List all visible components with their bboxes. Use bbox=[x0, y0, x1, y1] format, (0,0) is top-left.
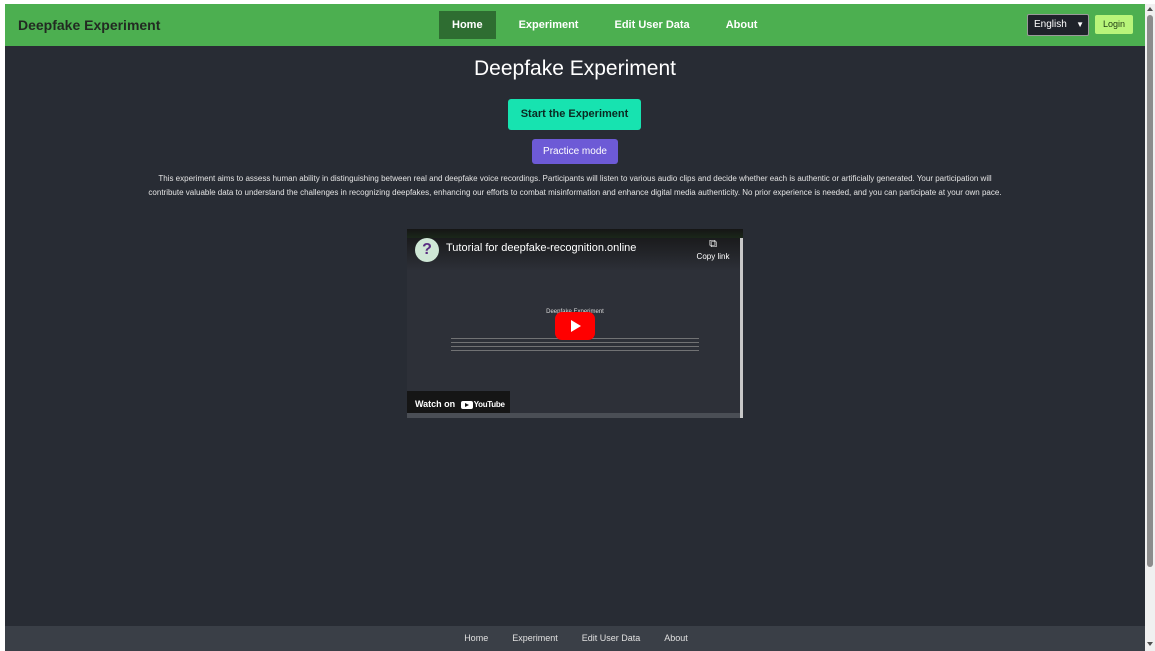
copy-icon: ⧉ bbox=[709, 238, 717, 250]
footer-link-home[interactable]: Home bbox=[464, 626, 488, 651]
nav-links: Home Experiment Edit User Data About bbox=[439, 11, 780, 39]
youtube-video-embed[interactable]: ? Tutorial for deepfake-recognition.onli… bbox=[407, 229, 743, 418]
channel-avatar-icon[interactable]: ? bbox=[415, 238, 439, 262]
scroll-up-arrow-icon[interactable] bbox=[1147, 7, 1153, 11]
video-thumbnail-footer bbox=[407, 413, 743, 418]
footer: Home Experiment Edit User Data About bbox=[5, 626, 1145, 651]
youtube-logo-text: YouTube bbox=[473, 400, 505, 409]
footer-link-about[interactable]: About bbox=[664, 626, 688, 651]
play-icon[interactable] bbox=[555, 312, 595, 340]
nav-link-home[interactable]: Home bbox=[439, 11, 496, 39]
brand-title[interactable]: Deepfake Experiment bbox=[18, 17, 160, 33]
nav-link-about[interactable]: About bbox=[713, 11, 771, 39]
language-select-value: English bbox=[1034, 19, 1067, 30]
nav-link-experiment[interactable]: Experiment bbox=[506, 11, 592, 39]
nav-link-edit-user-data[interactable]: Edit User Data bbox=[601, 11, 702, 39]
practice-mode-button[interactable]: Practice mode bbox=[532, 139, 618, 164]
copy-link-label: Copy link bbox=[696, 252, 730, 261]
watch-on-label: Watch on bbox=[415, 399, 456, 409]
footer-links: Home Experiment Edit User Data About bbox=[452, 626, 700, 651]
start-experiment-button[interactable]: Start the Experiment bbox=[508, 99, 641, 130]
footer-link-experiment[interactable]: Experiment bbox=[512, 626, 558, 651]
chevron-down-icon: ▼ bbox=[1076, 20, 1084, 29]
copy-link-button[interactable]: ⧉ Copy link bbox=[695, 238, 731, 261]
youtube-logo-icon bbox=[460, 400, 473, 409]
video-thumbnail-text bbox=[451, 338, 699, 352]
scrollbar-thumb[interactable] bbox=[1147, 15, 1153, 567]
navbar: Deepfake Experiment Home Experiment Edit… bbox=[5, 4, 1145, 46]
language-select[interactable]: English ▼ bbox=[1027, 14, 1089, 36]
video-thumbnail-scrollbar bbox=[740, 238, 743, 418]
experiment-description: This experiment aims to assess human abi… bbox=[148, 174, 1002, 197]
scroll-down-arrow-icon[interactable] bbox=[1147, 642, 1153, 646]
page-title: Deepfake Experiment bbox=[474, 57, 676, 80]
footer-link-edit-user-data[interactable]: Edit User Data bbox=[582, 626, 641, 651]
video-title[interactable]: Tutorial for deepfake-recognition.online bbox=[446, 242, 636, 254]
app-window: Deepfake Experiment Home Experiment Edit… bbox=[5, 4, 1145, 651]
login-button[interactable]: Login bbox=[1095, 15, 1133, 34]
page-scrollbar[interactable] bbox=[1145, 4, 1155, 651]
